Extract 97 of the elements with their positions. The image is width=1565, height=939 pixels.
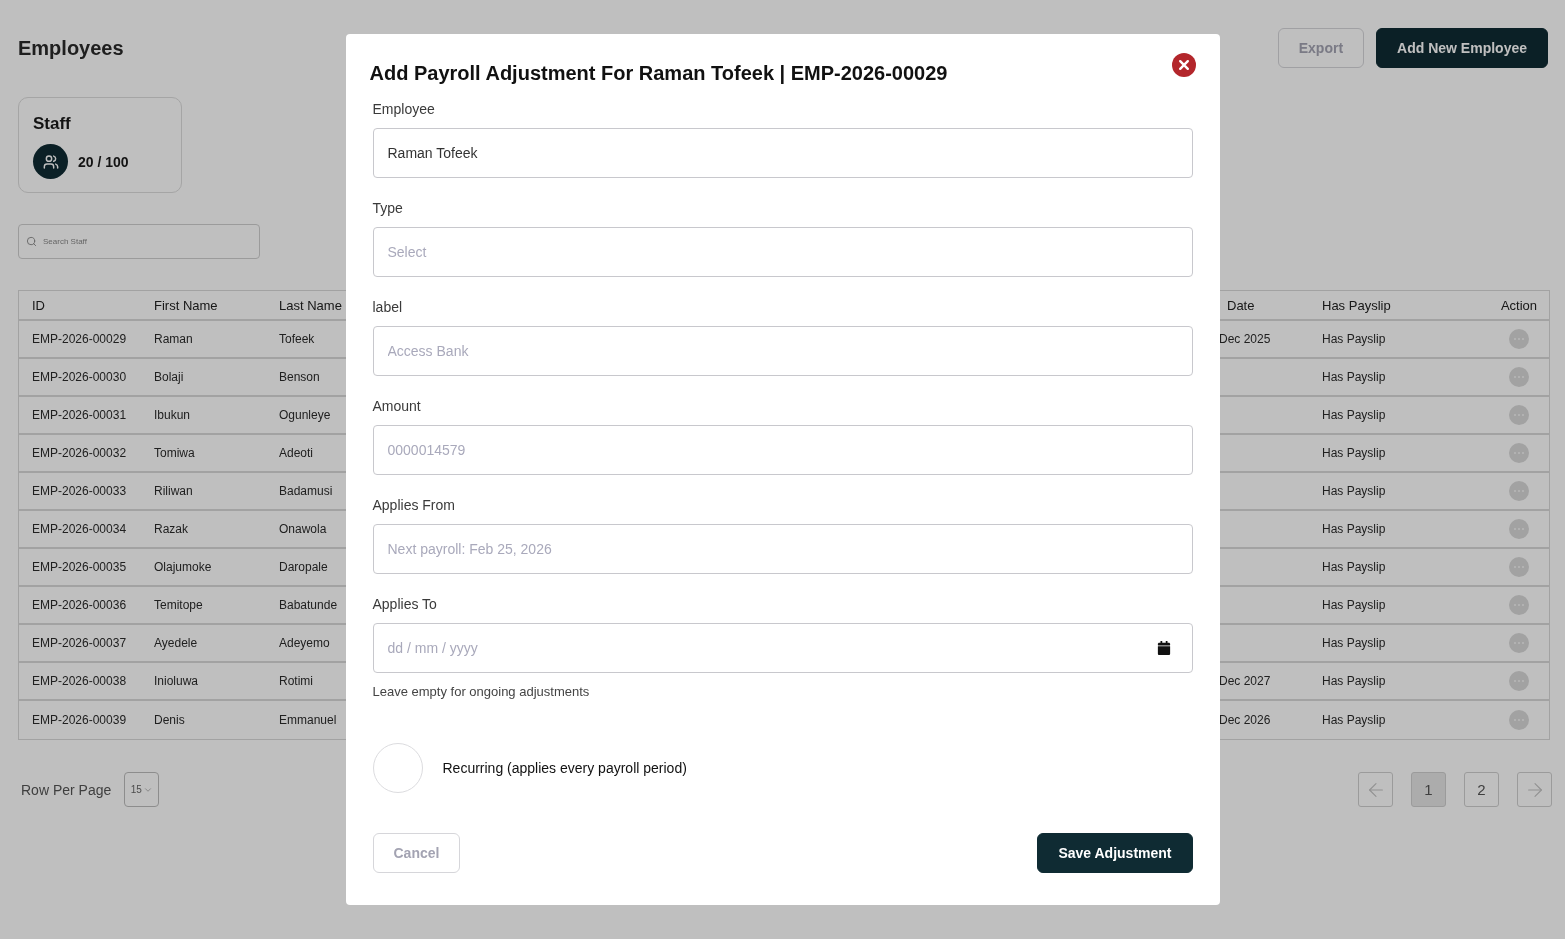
staff-count: 20 / 100	[78, 153, 129, 170]
column-header: Has Payslip	[1322, 297, 1391, 313]
more-button[interactable]	[1509, 557, 1529, 577]
table-cell: Dec 2026	[1219, 713, 1271, 727]
more-button[interactable]	[1509, 329, 1529, 349]
more-button[interactable]	[1509, 710, 1529, 730]
input-field[interactable]: 0000014579	[372, 425, 1193, 475]
field-hint: Leave empty for ongoing adjustments	[372, 683, 590, 701]
table-cell: EMP-2026-00036	[32, 598, 127, 612]
table-cell: EMP-2026-00031	[32, 408, 127, 422]
column-header: Action	[1500, 297, 1538, 313]
table-cell: Has Payslip	[1322, 674, 1386, 688]
table-cell: Emmanuel	[279, 713, 337, 727]
column-header: Date	[1227, 297, 1255, 313]
table-cell: Bolaji	[154, 370, 184, 384]
dialog-title: Add Payroll Adjustment For Raman Tofeek | EMP-2026-00029	[369, 61, 948, 85]
input-field[interactable]: Raman Tofeek	[372, 128, 1193, 178]
table-cell: Denis	[154, 713, 185, 727]
column-header: First Name	[154, 297, 218, 313]
more-button[interactable]	[1509, 367, 1529, 387]
more-button[interactable]	[1509, 671, 1529, 691]
card-title: Staff	[33, 114, 71, 134]
table-cell: EMP-2026-00039	[32, 713, 127, 727]
table-cell: Has Payslip	[1322, 713, 1386, 727]
table-cell: Dec 2025	[1219, 332, 1271, 346]
calendar-icon[interactable]	[1156, 641, 1171, 655]
table-cell: EMP-2026-00033	[32, 484, 127, 498]
input-field[interactable]: Select	[372, 227, 1193, 277]
rows-per-page-label: Row Per Page	[21, 781, 112, 798]
table-cell: EMP-2026-00034	[32, 522, 127, 536]
more-button[interactable]	[1509, 481, 1529, 501]
search-field[interactable]: Search Staff	[18, 224, 260, 259]
field-label: Type	[372, 199, 403, 217]
more-button[interactable]	[1509, 595, 1529, 615]
checkbox-label: Recurring (applies every payroll period)	[442, 760, 687, 776]
table-cell: EMP-2026-00029	[32, 332, 127, 346]
table-cell: Raman	[154, 332, 193, 346]
field-label: Employee	[372, 100, 435, 118]
table-cell: Ayedele	[154, 636, 198, 650]
table-cell: Badamusi	[279, 484, 333, 498]
people-icon	[33, 144, 68, 179]
table-cell: Has Payslip	[1322, 408, 1386, 422]
close-icon	[1171, 53, 1196, 77]
table-cell: EMP-2026-00037	[32, 636, 127, 650]
table-cell: Has Payslip	[1322, 446, 1386, 460]
save-button[interactable]: Save Adjustment	[1037, 833, 1193, 873]
column-header: Last Name	[279, 297, 342, 313]
table-cell: Temitope	[154, 598, 203, 612]
table-cell: Has Payslip	[1322, 598, 1386, 612]
table-cell: Has Payslip	[1322, 560, 1386, 574]
table-cell: Onawola	[279, 522, 327, 536]
table-cell: Has Payslip	[1322, 522, 1386, 536]
table-cell: Ibukun	[154, 408, 191, 422]
input-field[interactable]: Next payroll: Feb 25, 2026	[372, 524, 1193, 574]
table-cell: Rotimi	[279, 674, 313, 688]
table-cell: Has Payslip	[1322, 370, 1386, 384]
date-field[interactable]: dd / mm / yyyy	[372, 623, 1193, 673]
rows-per-page-select[interactable]: 15	[124, 772, 160, 807]
table-cell: EMP-2026-00038	[32, 674, 127, 688]
table-cell: EMP-2026-00030	[32, 370, 127, 384]
recurring-checkbox[interactable]	[372, 743, 423, 793]
table-cell: Has Payslip	[1322, 332, 1386, 346]
table-cell: Daropale	[279, 560, 328, 574]
add-employee-button[interactable]: Add New Employee	[1376, 28, 1548, 68]
table-cell: Adeoti	[279, 446, 314, 460]
next-page-button[interactable]	[1517, 772, 1552, 807]
table-cell: EMP-2026-00035	[32, 560, 127, 574]
close-button[interactable]	[1171, 53, 1196, 77]
more-button[interactable]	[1509, 405, 1529, 425]
field-label: Amount	[372, 397, 421, 415]
table-cell: Has Payslip	[1322, 484, 1386, 498]
page-button[interactable]: 2	[1464, 772, 1499, 807]
previous-page-button[interactable]	[1358, 772, 1393, 807]
table-cell: Tomiwa	[154, 446, 195, 460]
field-label: Applies To	[372, 595, 437, 613]
table-cell: Babatunde	[279, 598, 338, 612]
table-cell: Dec 2027	[1219, 674, 1271, 688]
table-cell: Olajumoke	[154, 560, 212, 574]
table-cell: Razak	[154, 522, 188, 536]
field-label: Applies From	[372, 496, 455, 514]
field-label: label	[372, 298, 403, 316]
more-button[interactable]	[1509, 443, 1529, 463]
more-button[interactable]	[1509, 633, 1529, 653]
page-button[interactable]: 1	[1411, 772, 1446, 807]
table-cell: Ogunleye	[279, 408, 331, 422]
input-field[interactable]: Access Bank	[372, 326, 1193, 376]
page-title: Employees	[18, 36, 124, 60]
table-cell: Benson	[279, 370, 320, 384]
more-button[interactable]	[1509, 519, 1529, 539]
column-header: ID	[32, 297, 45, 313]
table-cell: Has Payslip	[1322, 636, 1386, 650]
table-cell: Riliwan	[154, 484, 193, 498]
table-cell: Inioluwa	[154, 674, 199, 688]
table-cell: Adeyemo	[279, 636, 330, 650]
table-cell: EMP-2026-00032	[32, 446, 127, 460]
search-icon	[26, 236, 37, 247]
table-cell: Tofeek	[279, 332, 315, 346]
